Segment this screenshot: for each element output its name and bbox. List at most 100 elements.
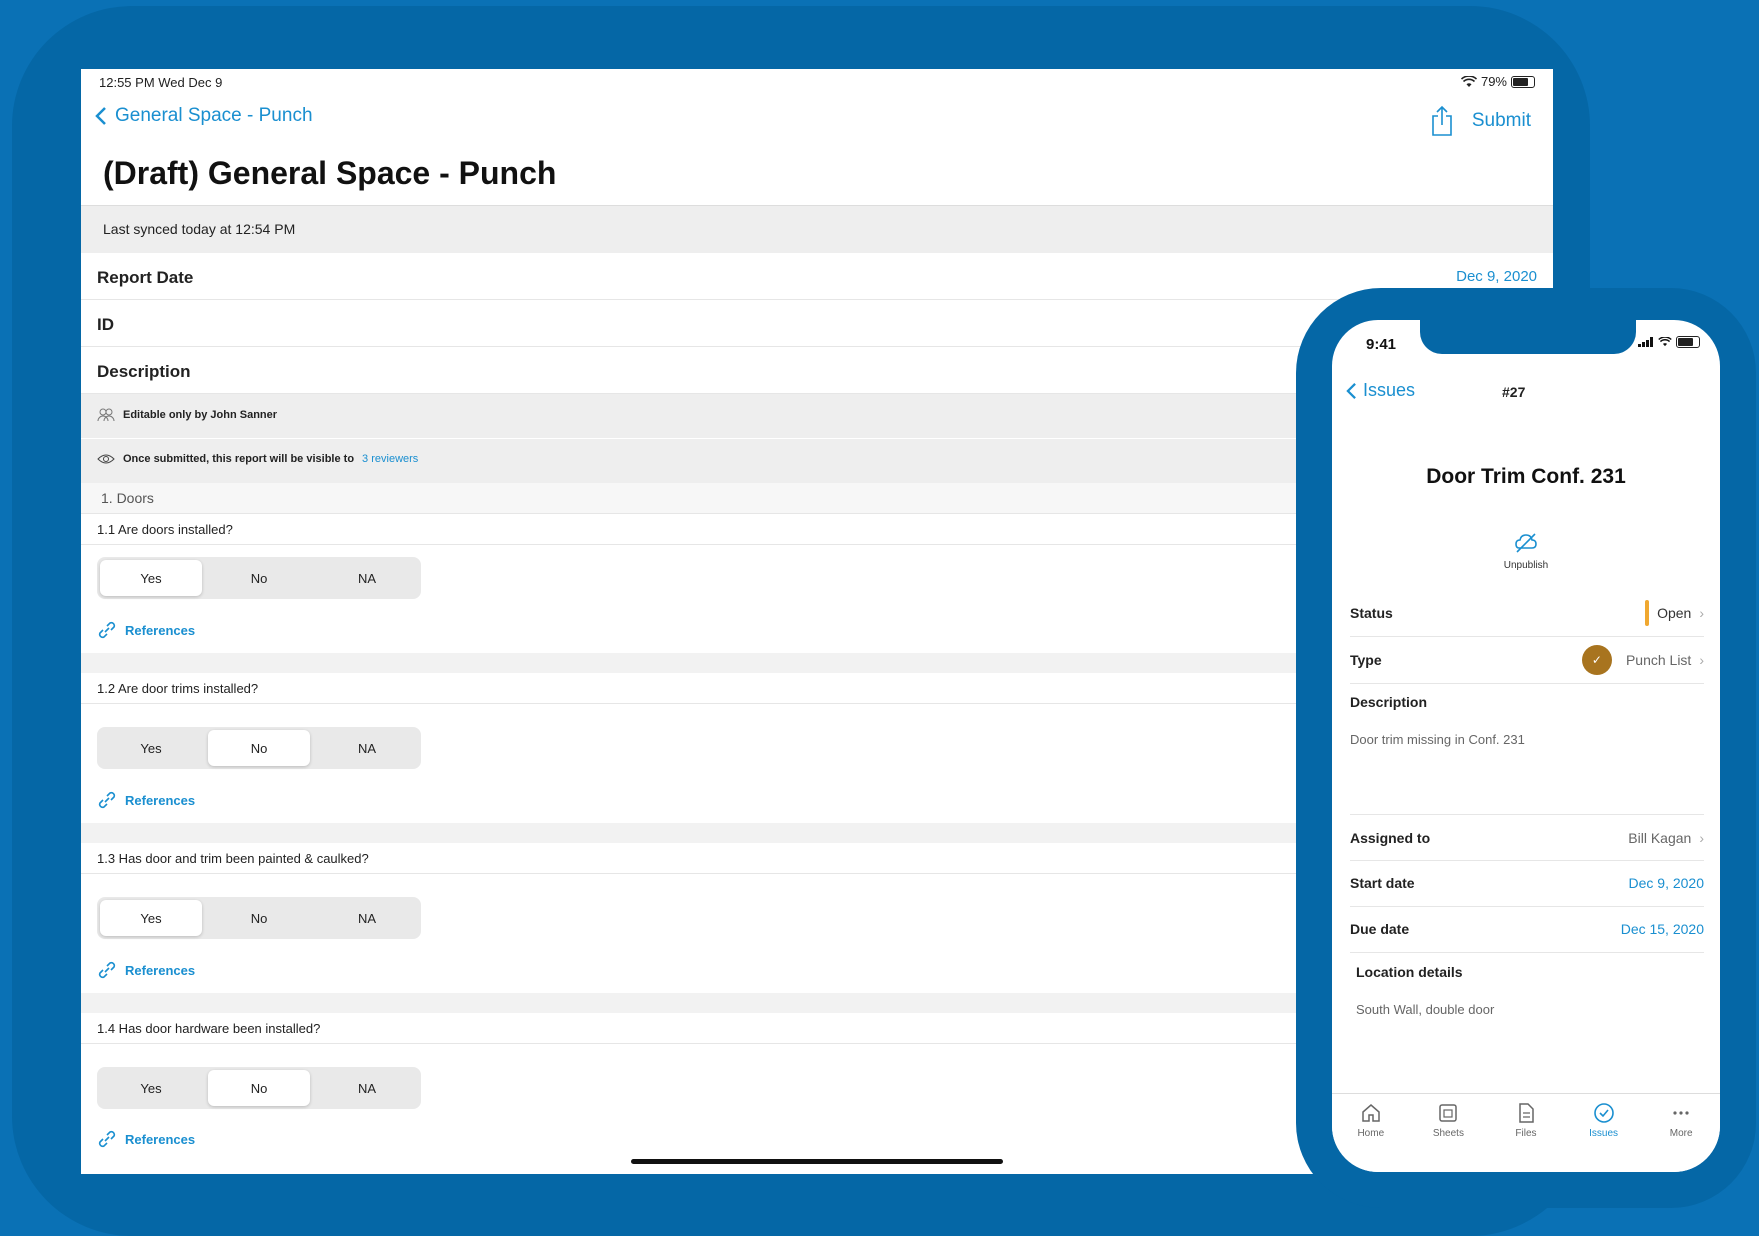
- start-date-value[interactable]: Dec 9, 2020: [1629, 875, 1705, 891]
- answer-na[interactable]: NA: [316, 730, 418, 766]
- battery-icon: [1676, 336, 1700, 348]
- file-icon: [1519, 1103, 1534, 1123]
- phone-notch: [1420, 320, 1636, 354]
- more-icon: [1673, 1111, 1689, 1115]
- answer-yes[interactable]: Yes: [100, 900, 202, 936]
- id-label: ID: [97, 315, 114, 334]
- battery-icon: [1511, 75, 1535, 88]
- references-link[interactable]: References: [97, 620, 195, 640]
- due-date-label: Due date: [1350, 921, 1410, 937]
- answer-na[interactable]: NA: [316, 900, 418, 936]
- description-value: Door trim missing in Conf. 231: [1350, 732, 1525, 747]
- unpublish-button[interactable]: [1332, 532, 1720, 559]
- question-text: 1.2 Are door trims installed?: [97, 681, 259, 696]
- visibility-note: Once submitted, this report will be visi…: [123, 453, 355, 465]
- answer-segmented-control[interactable]: Yes No NA: [97, 557, 421, 599]
- people-icon: [97, 408, 115, 422]
- tab-files[interactable]: Files: [1487, 1094, 1565, 1172]
- issues-back-button[interactable]: Issues: [1346, 380, 1415, 401]
- tab-label: Home: [1357, 1128, 1385, 1139]
- editable-note: Editable only by John Sanner: [123, 409, 278, 421]
- status-time: 12:55 PM Wed Dec 9: [99, 75, 223, 90]
- assigned-row[interactable]: Assigned to Bill Kagan ›: [1350, 815, 1704, 861]
- eye-icon: [97, 454, 115, 464]
- references-label: References: [125, 1131, 196, 1147]
- status-bar: 12:55 PM Wed Dec 9 79%: [81, 69, 1553, 95]
- references-label: References: [125, 962, 196, 978]
- answer-no[interactable]: No: [208, 560, 310, 596]
- answer-no[interactable]: No: [208, 730, 310, 766]
- due-date-value[interactable]: Dec 15, 2020: [1621, 921, 1704, 937]
- unpublish-label: Unpublish: [1503, 560, 1549, 571]
- due-date-row[interactable]: Due date Dec 15, 2020: [1350, 907, 1704, 953]
- start-date-row[interactable]: Start date Dec 9, 2020: [1350, 861, 1704, 907]
- tab-sheets[interactable]: Sheets: [1410, 1094, 1488, 1172]
- chevron-left-icon: [1346, 382, 1356, 399]
- chevron-right-icon: ›: [1699, 605, 1704, 621]
- answer-no[interactable]: No: [208, 1070, 310, 1106]
- assigned-value: Bill Kagan: [1628, 830, 1692, 846]
- phone-time: 9:41: [1366, 336, 1397, 353]
- back-label: General Space - Punch: [115, 105, 313, 126]
- signal-icon: [1638, 337, 1653, 347]
- issue-number: #27: [1502, 384, 1526, 400]
- section-label: 1. Doors: [101, 490, 154, 506]
- question-text: 1.1 Are doors installed?: [97, 522, 233, 537]
- tab-home[interactable]: Home: [1332, 1094, 1410, 1172]
- link-icon: [98, 791, 116, 809]
- references-label: References: [125, 792, 196, 808]
- home-icon: [1362, 1104, 1380, 1122]
- report-date-row[interactable]: Report Date Dec 9, 2020: [81, 253, 1553, 300]
- references-link[interactable]: References: [97, 1129, 195, 1149]
- wifi-icon: [1658, 337, 1672, 347]
- references-label: References: [125, 622, 196, 638]
- references-link[interactable]: References: [97, 960, 195, 980]
- nav-bar: General Space - Punch Submit: [81, 101, 1553, 141]
- report-date-label: Report Date: [97, 268, 194, 287]
- share-icon[interactable]: [1430, 105, 1454, 137]
- answer-segmented-control[interactable]: Yes No NA: [97, 1067, 421, 1109]
- tab-more[interactable]: More: [1642, 1094, 1720, 1172]
- sheets-icon: [1439, 1104, 1458, 1122]
- sync-banner: Last synced today at 12:54 PM: [81, 205, 1553, 254]
- chevron-left-icon: [95, 107, 106, 125]
- status-label: Status: [1350, 605, 1393, 621]
- page-title: (Draft) General Space - Punch: [103, 155, 557, 191]
- phone-frame: 9:41 Issues #27 Door Trim Conf. 231 Unpu…: [1296, 288, 1756, 1208]
- start-date-label: Start date: [1350, 875, 1415, 891]
- link-icon: [98, 1130, 116, 1148]
- chevron-right-icon: ›: [1699, 652, 1704, 668]
- reviewers-link[interactable]: 3 reviewers: [362, 453, 418, 465]
- description-label: Description: [97, 362, 191, 381]
- report-date-value[interactable]: Dec 9, 2020: [1456, 268, 1537, 285]
- link-icon: [98, 621, 116, 639]
- description-label: Description: [1350, 694, 1428, 710]
- tab-label: More: [1669, 1128, 1693, 1139]
- issues-back-label: Issues: [1363, 380, 1416, 400]
- status-row[interactable]: Status Open ›: [1350, 590, 1704, 637]
- description-row[interactable]: Description Door trim missing in Conf. 2…: [1350, 684, 1704, 815]
- answer-yes[interactable]: Yes: [100, 1070, 202, 1106]
- references-link[interactable]: References: [97, 790, 195, 810]
- answer-yes[interactable]: Yes: [100, 560, 202, 596]
- home-indicator[interactable]: [631, 1159, 1003, 1164]
- assigned-label: Assigned to: [1350, 830, 1431, 846]
- back-button[interactable]: General Space - Punch: [95, 105, 313, 127]
- checkmark-badge-icon: ✓: [1581, 645, 1612, 675]
- answer-segmented-control[interactable]: Yes No NA: [97, 727, 421, 769]
- answer-no[interactable]: No: [208, 900, 310, 936]
- type-label: Type: [1350, 652, 1382, 668]
- answer-na[interactable]: NA: [316, 560, 418, 596]
- answer-segmented-control[interactable]: Yes No NA: [97, 897, 421, 939]
- location-value: South Wall, double door: [1356, 1002, 1495, 1017]
- location-label: Location details: [1356, 964, 1463, 980]
- answer-na[interactable]: NA: [316, 1070, 418, 1106]
- check-circle-icon: [1593, 1103, 1614, 1123]
- type-row[interactable]: Type ✓ Punch List ›: [1350, 637, 1704, 684]
- answer-yes[interactable]: Yes: [100, 730, 202, 766]
- tab-label: Sheets: [1432, 1128, 1464, 1139]
- question-text: 1.4 Has door hardware been installed?: [97, 1021, 321, 1036]
- submit-button[interactable]: Submit: [1472, 110, 1531, 132]
- status-indicator: [1645, 600, 1650, 626]
- tab-issues[interactable]: Issues: [1565, 1094, 1643, 1172]
